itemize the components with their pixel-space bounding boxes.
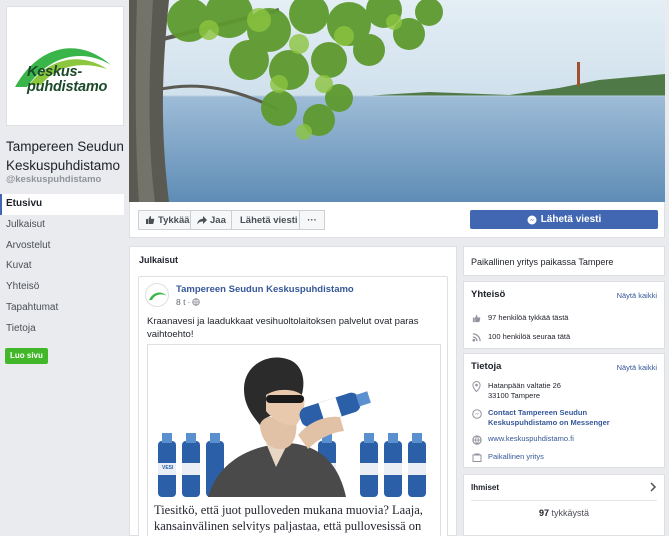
more-options-icon: ··· xyxy=(307,214,317,226)
about-title: Tietoja xyxy=(471,361,502,372)
people-title[interactable]: Ihmiset xyxy=(471,483,499,492)
page-title[interactable]: Tampereen Seudun Keskuspuhdistamo xyxy=(6,137,124,175)
about-see-all-link[interactable]: Näytä kaikki xyxy=(617,363,657,372)
category-link[interactable]: Paikallinen yritys xyxy=(488,452,544,462)
messenger-icon xyxy=(527,215,537,224)
left-column: Keskus- puhdistamo Tampereen Seudun Kesk… xyxy=(0,0,124,536)
post-time-label: 8 t xyxy=(176,297,186,307)
website-link[interactable]: www.keskuspuhdistamo.fi xyxy=(488,434,574,444)
dot-separator: · xyxy=(187,297,191,307)
primary-send-message-button[interactable]: Lähetä viesti xyxy=(470,210,658,229)
address-row[interactable]: Hatanpään valtatie 26 33100 Tampere xyxy=(471,381,561,401)
address-line1: Hatanpään valtatie 26 xyxy=(488,381,561,390)
page-logo[interactable]: Keskus- puhdistamo xyxy=(6,6,124,126)
page-handle[interactable]: @keskuspuhdistamo xyxy=(6,174,101,185)
nav-item-etusivu[interactable]: Etusivu xyxy=(0,194,124,215)
logo-text-line2: puhdistamo xyxy=(27,79,108,95)
thumbs-up-icon xyxy=(146,216,155,224)
category-tag-icon xyxy=(471,452,482,463)
lake-scene-image xyxy=(129,0,665,202)
likes-text: 97 henkilöä tykkää tästä xyxy=(488,313,569,322)
people-likes-summary[interactable]: 97 tykkäystä xyxy=(464,508,664,518)
logo-text-line1: Keskus- xyxy=(27,64,83,80)
globe-icon xyxy=(192,298,201,306)
website-row[interactable]: www.keskuspuhdistamo.fi xyxy=(471,434,574,445)
like-button-label: Tykkää xyxy=(158,214,190,226)
community-title: Yhteisö xyxy=(471,289,506,300)
people-card: Ihmiset 97 tykkäystä xyxy=(463,474,665,536)
share-button-label: Jaa xyxy=(210,214,226,226)
address-line2: 33100 Tampere xyxy=(488,391,540,400)
nav-item-tietoja[interactable]: Tietoja xyxy=(0,319,124,340)
messenger-line1: Contact Tampereen Seudun xyxy=(488,408,588,417)
chevron-right-icon[interactable] xyxy=(649,482,657,492)
local-business-card: Paikallinen yritys paikassa Tampere xyxy=(463,246,665,276)
follows-text: 100 henkilöä seuraa tätä xyxy=(488,332,571,341)
bottle-label-text: VESI xyxy=(162,465,174,471)
posts-section: Julkaisut Tampereen Seudun Keskuspuhdist… xyxy=(129,246,457,536)
people-likes-label: tykkäystä xyxy=(551,508,590,518)
logo-text: Keskus- puhdistamo xyxy=(27,65,107,95)
page-title-line1[interactable]: Tampereen Seudun xyxy=(6,137,124,156)
page-title-line2[interactable]: Keskuspuhdistamo xyxy=(6,156,124,175)
thumbs-up-icon xyxy=(471,313,482,324)
nav-item-kuvat[interactable]: Kuvat xyxy=(0,256,124,277)
logo-swoosh-icon xyxy=(149,292,167,300)
send-message-button[interactable]: Lähetä viesti xyxy=(231,210,307,230)
cover-photo[interactable] xyxy=(129,0,665,202)
like-button[interactable]: Tykkää xyxy=(138,210,197,230)
send-message-label: Lähetä viesti xyxy=(240,214,298,226)
share-arrow-icon xyxy=(197,216,207,225)
likes-row[interactable]: 97 henkilöä tykkää tästä xyxy=(471,313,568,324)
posts-section-title: Julkaisut xyxy=(139,255,179,265)
messenger-line2: Keskuspuhdistamo on Messenger xyxy=(488,418,610,427)
primary-send-message-label: Lähetä viesti xyxy=(540,214,602,225)
about-card: Tietoja Näytä kaikki Hatanpään valtatie … xyxy=(463,353,665,468)
more-options-button[interactable]: ··· xyxy=(299,210,325,230)
create-page-button[interactable]: Luo sivu xyxy=(5,348,48,364)
post-text: Kraanavesi ja laadukkaat vesihuoltolaito… xyxy=(147,316,419,340)
page-action-bar: Tykkää Jaa Lähetä viesti ··· Lähetä vies… xyxy=(129,202,665,238)
messenger-row[interactable]: Contact Tampereen Seudun Keskuspuhdistam… xyxy=(471,408,610,428)
man-drinking-bottled-water-illustration xyxy=(148,345,440,497)
community-see-all-link[interactable]: Näytä kaikki xyxy=(617,291,657,300)
local-business-text[interactable]: Paikallinen yritys paikassa Tampere xyxy=(471,257,613,267)
post-timestamp[interactable]: 8 t · xyxy=(176,297,201,307)
nav-item-yhteiso[interactable]: Yhteisö xyxy=(0,277,124,298)
nav-item-tapahtumat[interactable]: Tapahtumat xyxy=(0,298,124,319)
community-card: Yhteisö Näytä kaikki 97 henkilöä tykkää … xyxy=(463,281,665,349)
follow-rss-icon xyxy=(471,332,482,343)
post-author-name[interactable]: Tampereen Seudun Keskuspuhdistamo xyxy=(176,284,354,295)
page-nav: Etusivu Julkaisut Arvostelut Kuvat Yhtei… xyxy=(0,194,124,340)
follows-row[interactable]: 100 henkilöä seuraa tätä xyxy=(471,332,570,343)
post-link-preview[interactable]: VESI Tiesitkö, että juot pulloveden muka… xyxy=(147,344,441,536)
messenger-icon xyxy=(471,408,482,419)
share-button[interactable]: Jaa xyxy=(190,210,233,230)
map-pin-icon xyxy=(471,381,482,392)
people-likes-count: 97 xyxy=(538,508,549,518)
globe-icon xyxy=(471,434,482,445)
people-divider xyxy=(471,500,657,501)
post-card: Tampereen Seudun Keskuspuhdistamo 8 t · … xyxy=(138,276,448,536)
nav-item-julkaisut[interactable]: Julkaisut xyxy=(0,215,124,236)
link-preview-headline[interactable]: Tiesitkö, että juot pulloveden mukana mu… xyxy=(154,502,438,534)
nav-item-arvostelut[interactable]: Arvostelut xyxy=(0,236,124,257)
post-author-avatar[interactable] xyxy=(145,283,169,307)
category-row[interactable]: Paikallinen yritys xyxy=(471,452,544,463)
